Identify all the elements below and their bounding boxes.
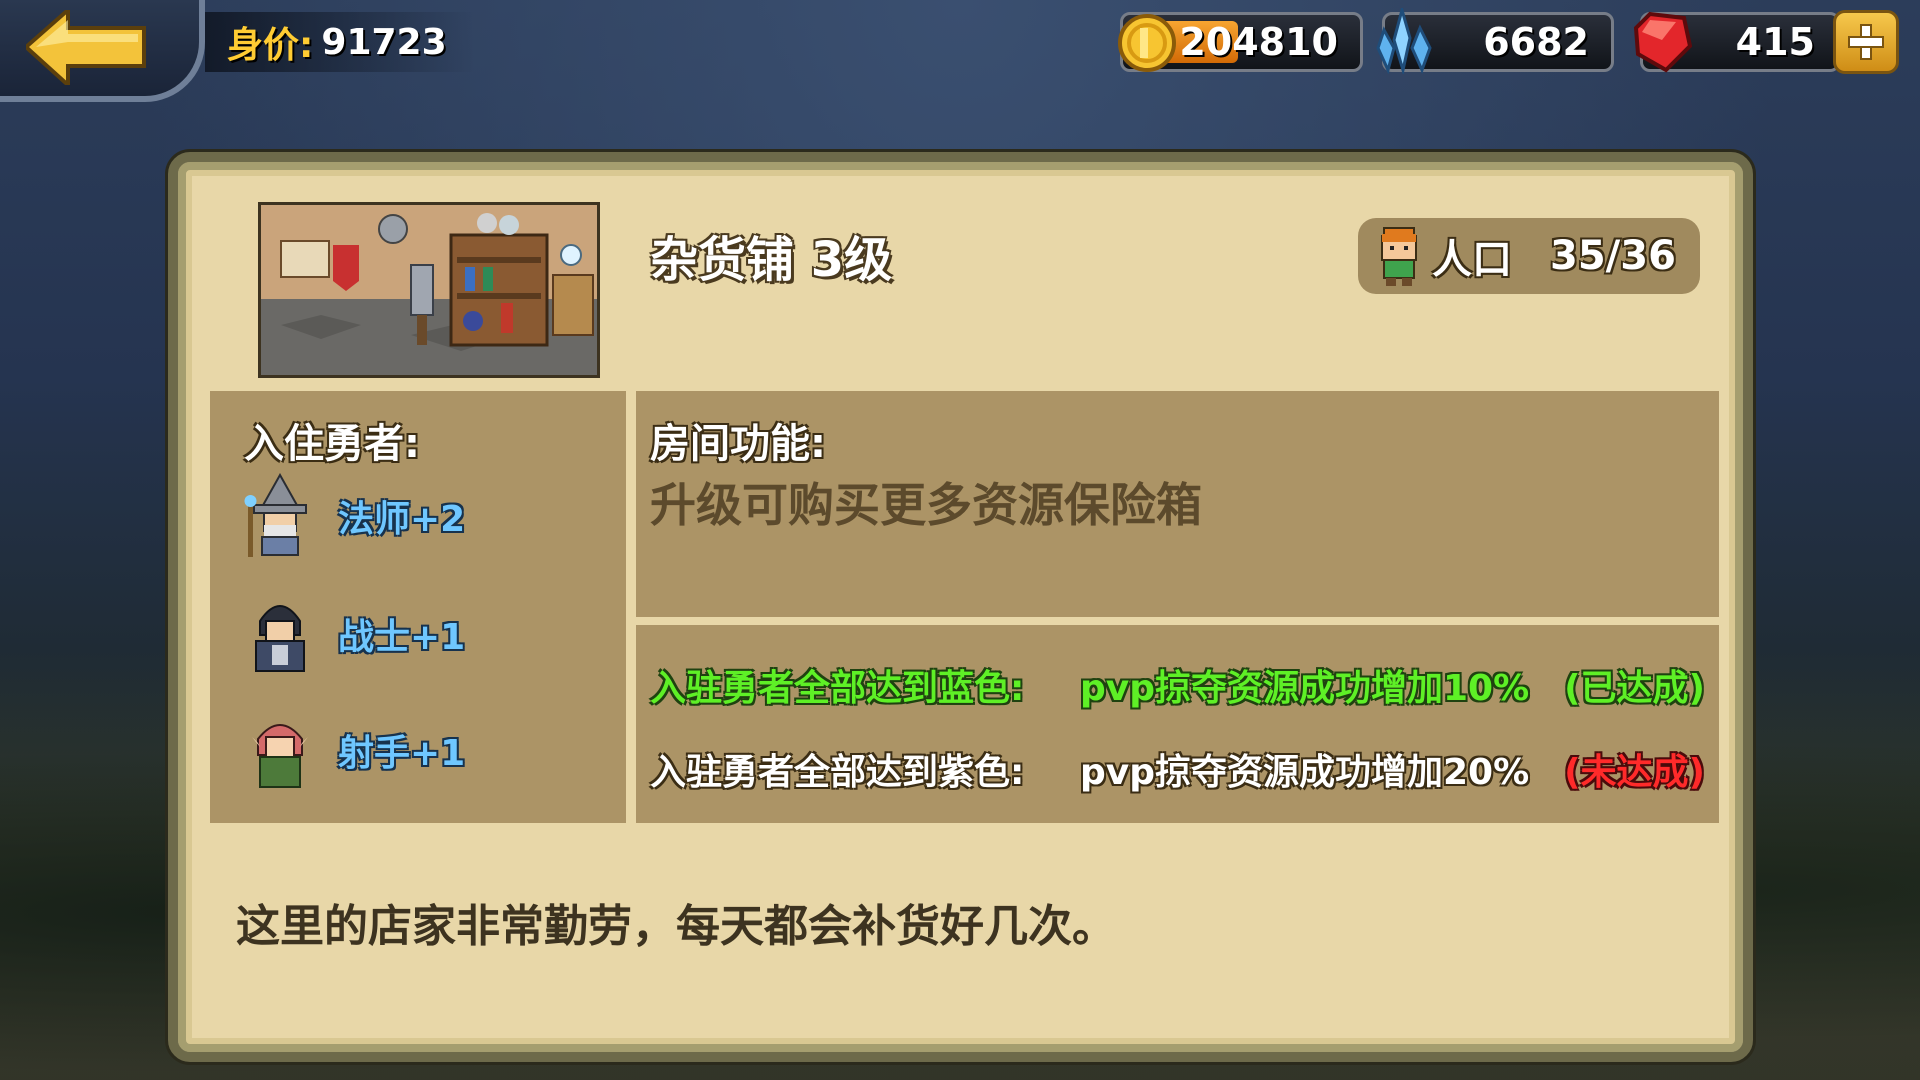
building-title: 杂货铺 3级	[650, 232, 893, 288]
population-badge: 人口 35/36	[1358, 218, 1700, 294]
population-value: 35/36	[1550, 233, 1676, 279]
shop-interior-image	[261, 205, 597, 375]
bonus-condition: 入驻勇者全部达到蓝色:	[650, 668, 1025, 709]
bonus-effect: pvp掠夺资源成功增加10%	[1080, 668, 1530, 709]
building-thumbnail	[258, 202, 600, 378]
bonus-row-blue: 入驻勇者全部达到蓝色: pvp掠夺资源成功增加10% (已达成)	[650, 659, 1705, 711]
mage-icon	[244, 473, 307, 557]
net-worth-value: 91723	[321, 21, 447, 63]
gold-value: 204810	[1179, 20, 1338, 64]
bonus-status-achieved: (已达成)	[1564, 668, 1705, 709]
back-button[interactable]	[0, 0, 205, 102]
ruby-gem-icon	[1633, 11, 1693, 73]
resident-heroes-box: 入住勇者: 法师+2 战士+1 射手+1	[210, 391, 626, 823]
villager-icon	[1381, 227, 1417, 286]
room-function-description: 升级可购买更多资源保险箱	[650, 478, 1202, 532]
hero-label-archer: 射手+1	[338, 733, 466, 774]
building-flavor-text: 这里的店家非常勤劳，每天都会补货好几次。	[236, 901, 1116, 952]
population-label: 人口	[1432, 237, 1512, 283]
building-info-panel: 杂货铺 3级 人口 35/36 入住勇者: 法师+2 战士+1 射手+1 房间功…	[168, 152, 1753, 1062]
hero-label-mage: 法师+2	[338, 499, 466, 540]
gold-coin-icon	[1118, 14, 1176, 72]
bonus-condition: 入驻勇者全部达到紫色:	[650, 752, 1025, 793]
plus-icon	[1848, 24, 1884, 60]
net-worth: 身价: 91723	[205, 12, 475, 72]
warrior-icon	[255, 605, 305, 672]
bonus-status-not-achieved: (未达成)	[1564, 752, 1705, 793]
hero-label-warrior: 战士+1	[338, 617, 466, 658]
bonus-effect: pvp掠夺资源成功增加20%	[1080, 752, 1530, 793]
room-function-heading: 房间功能:	[650, 421, 826, 467]
hero-row-warrior: 战士+1	[244, 591, 465, 677]
add-gems-button[interactable]	[1833, 10, 1899, 74]
bonus-row-purple: 入驻勇者全部达到紫色: pvp掠夺资源成功增加20% (未达成)	[650, 743, 1705, 795]
crystal-value: 6682	[1483, 20, 1589, 64]
gem-value: 415	[1735, 20, 1815, 64]
room-function-box: 房间功能: 升级可购买更多资源保险箱	[636, 391, 1719, 617]
net-worth-label: 身价:	[227, 25, 314, 66]
hero-bonus-box: 入驻勇者全部达到蓝色: pvp掠夺资源成功增加10% (已达成) 入驻勇者全部达…	[636, 625, 1719, 823]
hero-row-mage: 法师+2	[244, 473, 465, 559]
hero-row-archer: 射手+1	[244, 707, 465, 793]
resident-heroes-heading: 入住勇者:	[244, 421, 420, 467]
back-arrow-icon	[26, 10, 146, 85]
archer-icon	[252, 724, 308, 788]
crystal-icon	[1376, 8, 1432, 74]
